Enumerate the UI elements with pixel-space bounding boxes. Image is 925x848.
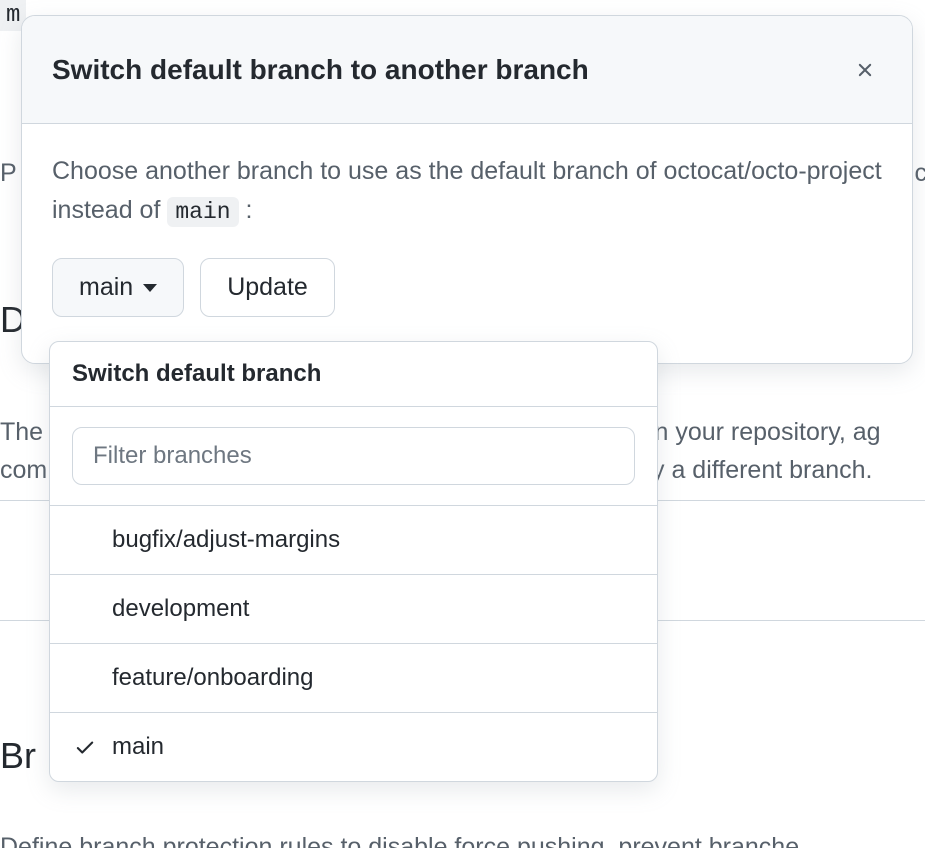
controls-row: main Update	[52, 258, 882, 317]
branch-item[interactable]: main	[50, 713, 657, 781]
branch-selected-indicator	[72, 736, 98, 758]
branch-name: main	[112, 733, 164, 761]
popover-filter-row	[50, 407, 657, 506]
close-icon	[854, 59, 876, 81]
dialog-header: Switch default branch to another branch	[22, 16, 912, 124]
caret-down-icon	[143, 284, 157, 292]
popover-header: Switch default branch	[50, 342, 657, 407]
switch-default-branch-dialog: Switch default branch to another branch …	[21, 15, 913, 364]
dialog-body: Choose another branch to use as the defa…	[22, 124, 912, 337]
current-branch-code: main	[167, 197, 238, 227]
branch-select-label: main	[79, 273, 133, 302]
branch-item[interactable]: development	[50, 575, 657, 644]
background-heading-fragment: Br	[0, 728, 36, 784]
branch-dropdown-popover: Switch default branch bugfix/adjust-marg…	[49, 341, 658, 782]
branch-name: bugfix/adjust-margins	[112, 526, 340, 554]
branch-list: bugfix/adjust-margins development featur…	[50, 506, 657, 781]
background-text-fragment: in your repository, ag	[642, 413, 881, 452]
close-button[interactable]	[848, 53, 882, 87]
branch-select-button[interactable]: main	[52, 258, 184, 317]
check-icon	[74, 736, 96, 758]
dialog-title: Switch default branch to another branch	[52, 54, 589, 86]
update-button[interactable]: Update	[200, 258, 335, 317]
branch-item[interactable]: feature/onboarding	[50, 644, 657, 713]
filter-branches-input[interactable]	[72, 427, 635, 485]
background-text-fragment: The	[0, 413, 50, 452]
background-text-fragment: com	[0, 451, 47, 490]
background-text-fragment: P	[0, 154, 17, 193]
background-text-fragment: c	[915, 154, 925, 193]
update-button-label: Update	[227, 273, 308, 302]
dialog-description: Choose another branch to use as the defa…	[52, 152, 882, 230]
branch-name: development	[112, 595, 249, 623]
branch-name: feature/onboarding	[112, 664, 314, 692]
background-text-fragment: y a different branch.	[652, 451, 873, 490]
dialog-description-suffix: :	[239, 196, 253, 224]
branch-item[interactable]: bugfix/adjust-margins	[50, 506, 657, 575]
background-text-fragment: Define branch protection rules to disabl…	[0, 828, 799, 848]
